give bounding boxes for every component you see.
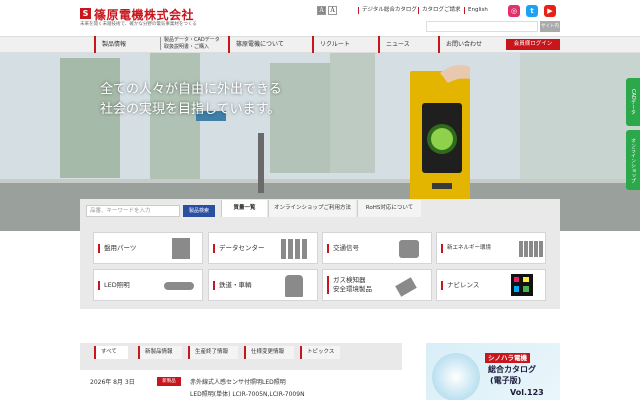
- hero-copy-line2: 社会の実現を目指しています。: [100, 102, 281, 117]
- news-title-line2[interactable]: LED照明(単体) LCIR-7005N,LCIR-7009N: [190, 389, 305, 398]
- company-tagline: 未来を開く未踏技術で、確かな分野の電気事業材をつくる: [80, 22, 197, 27]
- category-label-line1: ガス検知器: [333, 276, 366, 284]
- site-search-button[interactable]: サイト内検索: [540, 21, 560, 40]
- solar-panel-icon: [519, 241, 543, 257]
- instagram-icon[interactable]: ◎: [508, 5, 520, 17]
- font-size-large-button[interactable]: A: [328, 6, 337, 15]
- side-tab-online-shop[interactable]: オンラインショップ: [626, 130, 640, 190]
- category-panel-navilens[interactable]: ナビレンス: [436, 269, 546, 301]
- company-logo-mark[interactable]: S: [80, 8, 91, 19]
- server-rack-icon: [281, 239, 309, 259]
- nav-recruit[interactable]: リクルート: [312, 36, 350, 53]
- catalog-brand: シノハラ電機: [485, 353, 530, 363]
- nav-news[interactable]: ニュース: [378, 36, 410, 53]
- category-panel-datacenter[interactable]: データセンター: [208, 232, 318, 264]
- news-tab-topics[interactable]: トピックス: [300, 346, 340, 359]
- category-label: ナビレンス: [441, 281, 479, 290]
- hero-copy: 全ての人々が自由に外出できる 社会の実現を目指しています。: [100, 80, 282, 120]
- member-login-button[interactable]: 会員様ログイン: [506, 39, 560, 50]
- navilens-code-icon: [511, 274, 533, 296]
- category-panel-led[interactable]: LED照明: [93, 269, 203, 301]
- train-icon: [285, 275, 303, 297]
- tab-online-shop-guide[interactable]: オンラインショップご利用方法: [268, 200, 356, 217]
- catalog-globe-graphic: [432, 353, 480, 400]
- site-search-input[interactable]: [426, 21, 538, 32]
- news-tab-new-products[interactable]: 新製品情報: [138, 346, 182, 359]
- traffic-signal-icon: [399, 240, 419, 258]
- category-label: 交通信号: [327, 244, 359, 253]
- nav-product-data-line1: 製品データ・CADデータ: [164, 37, 220, 43]
- category-label-line2: 安全環境製品: [333, 285, 372, 293]
- category-panel-gas-detector[interactable]: ガス検知器 安全環境製品: [322, 269, 432, 301]
- category-panel-traffic-signal[interactable]: 交通信号: [322, 232, 432, 264]
- news-date: 2026年 8月 3日: [90, 379, 135, 386]
- catalog-title-line3: Vol.123: [510, 388, 544, 397]
- gas-detector-icon: [395, 277, 417, 297]
- catalog-title-line1: 総合カタログ: [488, 365, 536, 374]
- tab-rohs[interactable]: RoHS対応について: [357, 200, 421, 217]
- news-tab-spec-change[interactable]: 仕様変更情報: [244, 346, 294, 359]
- digital-catalog-link[interactable]: デジタル総合カタログ: [358, 7, 417, 14]
- category-label: ガス検知器 安全環境製品: [327, 276, 372, 294]
- product-search-input[interactable]: 品番、キーワードを入力: [86, 205, 180, 217]
- news-title-line1[interactable]: 赤外線式人感センサ付照明LED照明: [190, 377, 286, 386]
- catalog-title-line2: (電子版): [490, 376, 522, 385]
- category-label: 新エネルギー環境: [441, 244, 491, 253]
- led-light-icon: [164, 282, 194, 290]
- category-panel-parts[interactable]: 盤用パーツ: [93, 232, 203, 264]
- nav-products[interactable]: 製品情報: [94, 36, 126, 53]
- nav-product-data[interactable]: 製品データ・CADデータ 取扱説明書・ご購入: [160, 37, 220, 50]
- font-size-small-button[interactable]: A: [317, 6, 326, 15]
- category-label: 鉄道・車輌: [213, 281, 252, 290]
- tab-mass-list[interactable]: 質量一覧: [221, 200, 267, 217]
- category-panel-railway[interactable]: 鉄道・車輌: [208, 269, 318, 301]
- news-tab-discontinued[interactable]: 生産終了情報: [188, 346, 238, 359]
- category-label: LED照明: [98, 281, 130, 290]
- category-label: 盤用パーツ: [98, 244, 136, 253]
- nav-about[interactable]: 篠原電機について: [228, 36, 284, 53]
- youtube-icon[interactable]: ▶: [544, 5, 556, 17]
- news-tab-all[interactable]: すべて: [94, 346, 128, 359]
- category-label: データセンター: [213, 244, 265, 253]
- side-tab-cad-data[interactable]: CADデータ: [626, 78, 640, 126]
- catalog-request-link[interactable]: カタログご請求: [418, 7, 461, 14]
- twitter-icon[interactable]: t: [526, 5, 538, 17]
- product-search-button[interactable]: 製品検索: [183, 205, 215, 217]
- cabinet-icon: [172, 238, 190, 259]
- hero-copy-line1: 全ての人々が自由に外出できる: [100, 82, 282, 97]
- nav-product-data-line2: 取扱説明書・ご購入: [164, 43, 210, 50]
- category-panel-new-energy[interactable]: 新エネルギー環境: [436, 232, 546, 264]
- english-link[interactable]: English: [464, 7, 488, 14]
- nav-contact[interactable]: お問い合わせ: [438, 36, 482, 53]
- news-category-badge: 新製品: [157, 377, 181, 386]
